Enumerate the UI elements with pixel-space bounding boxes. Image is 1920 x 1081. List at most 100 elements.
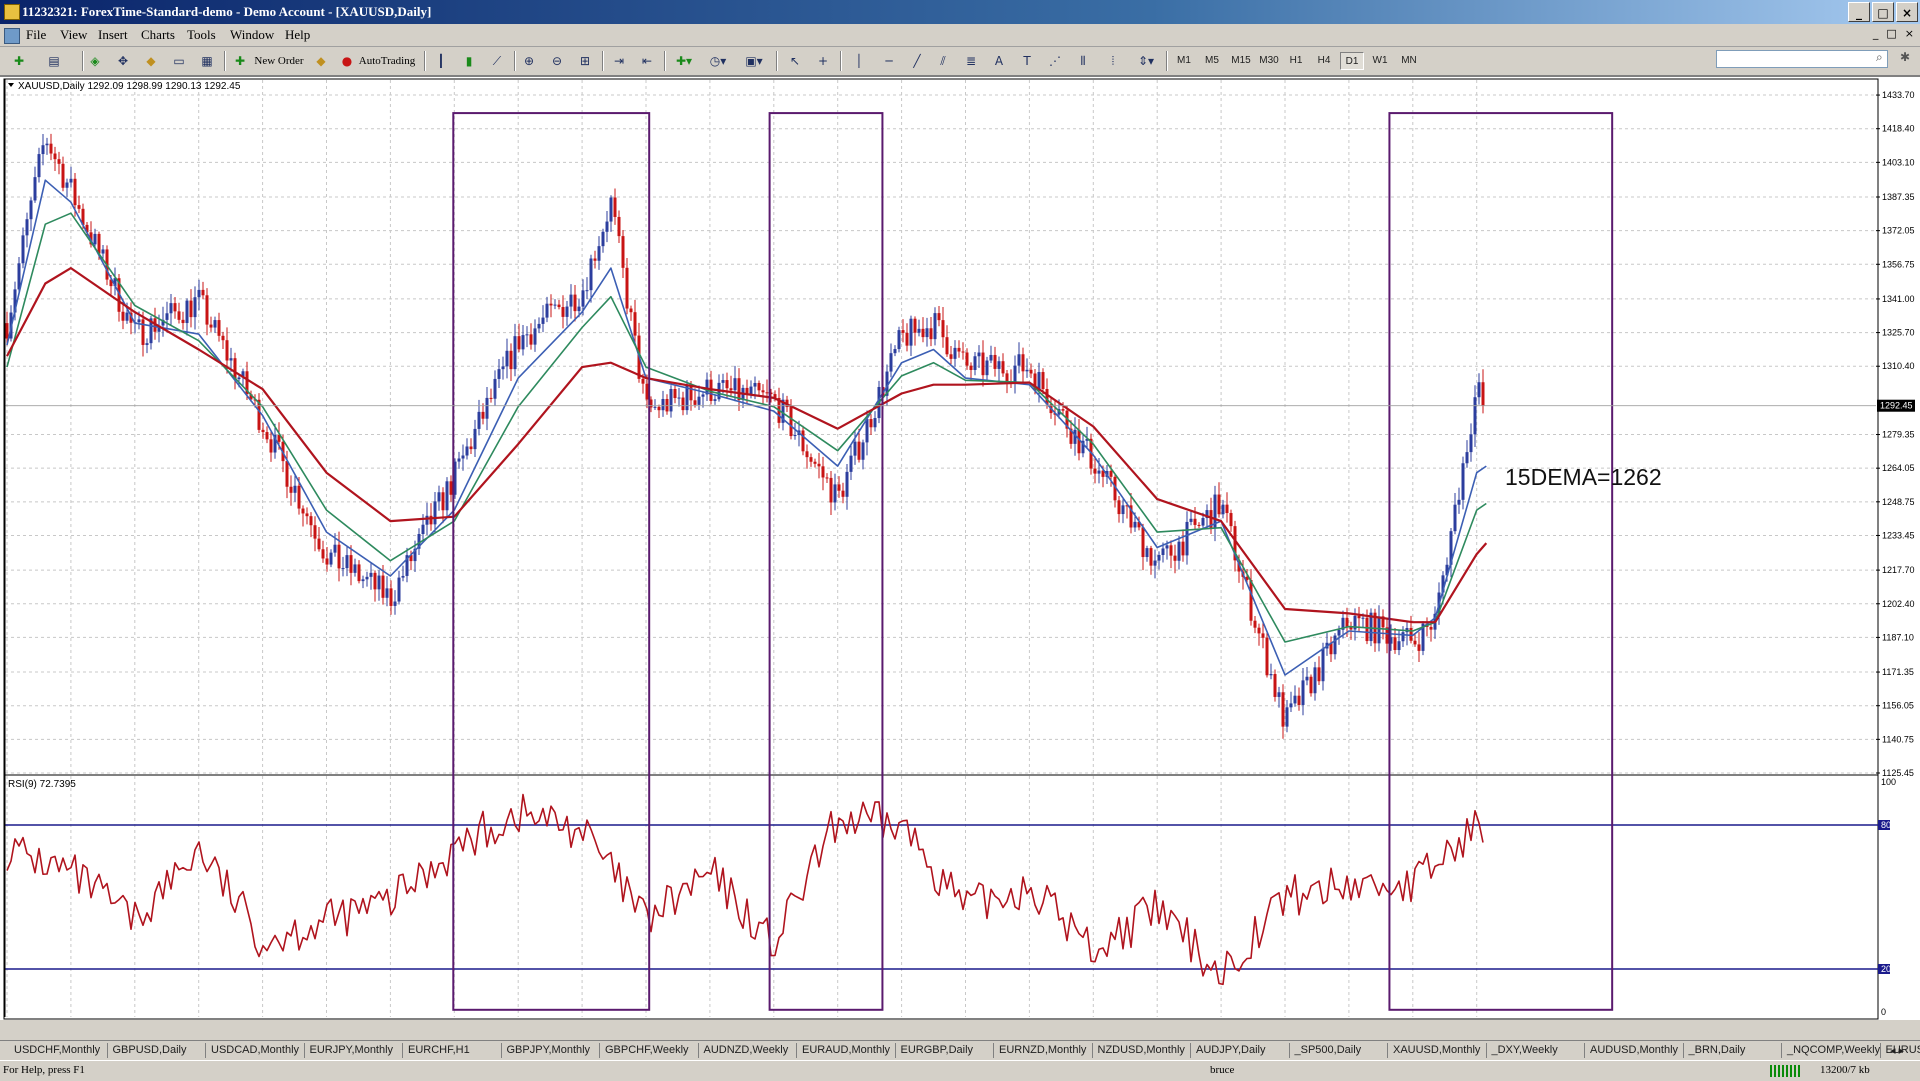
symbol-tab[interactable]: GBPJPY,Monthly (507, 1044, 591, 1056)
symbol-tab[interactable]: XAUUSD,Monthly (1393, 1044, 1480, 1056)
navigator-icon[interactable]: ✥ (114, 51, 132, 71)
candle-body (1154, 561, 1157, 566)
price-chart[interactable]: 1433.701418.401403.101387.351372.051356.… (0, 77, 1920, 1020)
symbol-tab[interactable]: AUDUSD,Monthly (1590, 1044, 1678, 1056)
symbol-tab[interactable]: GBPUSD,Daily (113, 1044, 187, 1056)
timeframe-mn[interactable]: MN (1396, 52, 1422, 70)
price-tick-label: 1202.40 (1882, 599, 1915, 609)
templates-icon[interactable]: ▣▾ (742, 51, 766, 71)
gann-grid-icon[interactable]: ⦙ (1104, 51, 1122, 71)
text-icon[interactable]: A (990, 51, 1008, 71)
candle-body (202, 290, 205, 295)
chart-shift-icon[interactable]: ⇤ (638, 51, 656, 71)
minimize-button[interactable]: _ (1848, 2, 1870, 22)
menu-window[interactable]: Window (230, 27, 274, 43)
symbol-tab[interactable]: _SP500,Daily (1295, 1044, 1362, 1056)
cursor-icon[interactable]: ↖ (786, 51, 804, 71)
mdi-minimize-button[interactable]: _ (1873, 27, 1879, 40)
new-order-button[interactable]: New Order (254, 51, 304, 71)
trendline-icon[interactable]: ╱ (908, 51, 926, 71)
symbol-tab[interactable]: _BRN,Daily (1689, 1044, 1746, 1056)
autotrading-icon[interactable]: ● (338, 51, 356, 71)
fibonacci-icon[interactable]: ≣ (962, 51, 980, 71)
metaeditor-icon[interactable]: ◆ (312, 51, 330, 71)
symbol-tab[interactable]: AUDNZD,Weekly (704, 1044, 789, 1056)
menu-insert[interactable]: Insert (98, 27, 128, 43)
timeframe-h1[interactable]: H1 (1284, 52, 1308, 70)
data-window-icon[interactable]: ◆ (142, 51, 160, 71)
terminal-icon[interactable]: ▭ (170, 51, 188, 71)
symbol-tab[interactable]: AUDJPY,Daily (1196, 1044, 1266, 1056)
arrows-icon[interactable]: ⇕▾ (1134, 51, 1158, 71)
candle-body (554, 305, 557, 306)
mdi-close-button[interactable]: × (1905, 27, 1914, 40)
maximize-button[interactable]: □ (1872, 2, 1894, 22)
zoom-out-icon[interactable]: ⊖ (548, 51, 566, 71)
symbol-tab[interactable]: USDCAD,Monthly (211, 1044, 299, 1056)
symbol-tab[interactable]: EURNZD,Monthly (999, 1044, 1086, 1056)
menu-view[interactable]: View (60, 27, 87, 43)
crosshair-icon[interactable]: + (814, 51, 832, 71)
symbol-tab[interactable]: _DXY,Weekly (1492, 1044, 1558, 1056)
candle-body (602, 232, 605, 246)
profiles-icon[interactable]: ▤ (44, 51, 64, 71)
candle-body (1158, 555, 1161, 561)
line-chart-icon[interactable]: ⟋ (488, 51, 506, 71)
chart-window[interactable]: 1433.701418.401403.101387.351372.051356.… (0, 76, 1920, 1020)
timeframe-m5[interactable]: M5 (1200, 52, 1224, 70)
indicators-icon[interactable]: ✚▾ (672, 51, 696, 71)
autotrading-button[interactable]: AutoTrading (358, 51, 416, 71)
bar-chart-icon[interactable]: ┃ (432, 51, 450, 71)
autoscroll-icon[interactable]: ⇥ (610, 51, 628, 71)
search-input[interactable] (1716, 50, 1888, 68)
zoom-in-icon[interactable]: ⊕ (520, 51, 538, 71)
chart-window-icon[interactable] (4, 28, 20, 44)
market-watch-icon[interactable]: ◈ (86, 51, 104, 71)
tab-separator (895, 1043, 896, 1058)
symbol-tab[interactable]: EURGBP,Daily (901, 1044, 974, 1056)
new-chart-icon[interactable]: ✚ (8, 51, 30, 71)
price-tick-label: 1418.40 (1882, 124, 1915, 134)
menu-file[interactable]: File (26, 27, 46, 43)
candle-body (570, 295, 573, 307)
vertical-line-icon[interactable]: │ (852, 51, 866, 71)
equidistant-channel-icon[interactable]: ⫽ (934, 51, 952, 71)
menu-help[interactable]: Help (285, 27, 310, 43)
symbol-tab[interactable]: GBPCHF,Weekly (605, 1044, 689, 1056)
window-controls: _ □ × (1848, 2, 1918, 22)
fibonacci-fan-icon[interactable]: ⋰ (1046, 51, 1064, 71)
tile-windows-icon[interactable]: ⊞ (576, 51, 594, 71)
symbol-tab[interactable]: EURJPY,Monthly (310, 1044, 394, 1056)
symbol-tab[interactable]: EURAUD,Monthly (802, 1044, 890, 1056)
timeframe-m15[interactable]: M15 (1228, 52, 1254, 70)
tab-scroll-arrows-icon[interactable]: ◂ ▸ (1890, 1044, 1904, 1057)
candle-body (1298, 696, 1301, 705)
window-titlebar[interactable]: 11232321: ForexTime-Standard-demo - Demo… (0, 0, 1920, 24)
periods-icon[interactable]: ◷▾ (706, 51, 730, 71)
timeframe-m30[interactable]: M30 (1256, 52, 1282, 70)
options-icon[interactable]: ✱ (1900, 50, 1910, 64)
gann-icon[interactable]: ⦀ (1074, 51, 1092, 71)
candle-body (722, 380, 725, 383)
mdi-restore-button[interactable]: □ (1886, 27, 1896, 40)
text-label-icon[interactable]: T (1018, 51, 1036, 71)
symbol-tab[interactable]: NZDUSD,Monthly (1098, 1044, 1185, 1056)
search-icon[interactable]: ⌕ (1876, 50, 1883, 65)
timeframe-m1[interactable]: M1 (1172, 52, 1196, 70)
horizontal-line-icon[interactable]: ─ (880, 51, 898, 71)
candle-body (906, 333, 909, 346)
timeframe-w1[interactable]: W1 (1368, 52, 1392, 70)
symbol-tab[interactable]: EURCHF,H1 (408, 1044, 470, 1056)
candlestick-icon[interactable]: ▮ (460, 51, 478, 71)
timeframe-d1[interactable]: D1 (1340, 52, 1364, 70)
candle-body (522, 335, 525, 349)
symbol-tab[interactable]: USDCHF,Monthly (14, 1044, 100, 1056)
connection-status-icon (1770, 1065, 1800, 1077)
menu-charts[interactable]: Charts (141, 27, 175, 43)
symbol-tab[interactable]: _NQCOMP,Weekly (1787, 1044, 1880, 1056)
timeframe-h4[interactable]: H4 (1312, 52, 1336, 70)
close-button[interactable]: × (1896, 2, 1918, 22)
new-order-icon[interactable]: ✚ (232, 51, 248, 71)
strategy-tester-icon[interactable]: ▦ (198, 51, 216, 71)
menu-tools[interactable]: Tools (187, 27, 216, 43)
